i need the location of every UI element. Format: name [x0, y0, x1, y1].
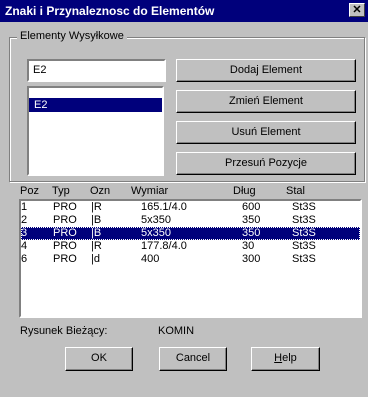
- cell-stal: St3S: [292, 214, 316, 226]
- column-header-ozn: Ozn: [90, 185, 111, 197]
- add-element-button[interactable]: Dodaj Element: [176, 59, 356, 82]
- column-header-typ: Typ: [52, 185, 70, 197]
- cell-wymiar: 400: [141, 253, 160, 265]
- cell-ozn: |R: [91, 240, 102, 252]
- cell-wymiar: 165.1/4.0: [141, 201, 187, 213]
- close-button[interactable]: ✕: [349, 3, 365, 17]
- cell-poz: 1: [21, 201, 28, 213]
- cell-typ: PRO: [53, 227, 77, 239]
- elements-group-legend: Elementy Wysyłkowe: [17, 30, 127, 42]
- cell-stal: St3S: [292, 201, 316, 213]
- elements-listbox[interactable]: E2: [27, 86, 164, 176]
- cell-poz: 6: [21, 253, 28, 265]
- cell-wymiar: 5x350: [141, 227, 171, 239]
- cell-stal: St3S: [292, 227, 316, 239]
- cell-wymiar: 177.8/4.0: [141, 240, 187, 252]
- help-button[interactable]: Help: [251, 347, 320, 371]
- cell-poz: 3: [21, 227, 28, 239]
- dialog-title-bar: Znaki i Przynaleznosc do Elementów ✕: [0, 0, 368, 22]
- column-header-poz: Poz: [20, 185, 39, 197]
- remove-element-button[interactable]: Usuń Element: [176, 121, 356, 144]
- cell-dlug: 350: [242, 227, 261, 239]
- table-row[interactable]: 1 PRO |R 165.1/4.0 600 St3S: [21, 201, 360, 214]
- elements-list-item[interactable]: E2: [29, 98, 162, 112]
- current-drawing-value: KOMIN: [158, 325, 195, 337]
- table-row-selected[interactable]: 3 PRO |B 5x350 350 St3S: [21, 227, 360, 240]
- cell-ozn: |B: [91, 227, 102, 239]
- ok-button[interactable]: OK: [65, 347, 133, 371]
- cell-ozn: |B: [91, 214, 102, 226]
- help-mnemonic: H: [274, 352, 283, 364]
- cell-stal: St3S: [292, 253, 316, 265]
- cancel-button[interactable]: Cancel: [159, 347, 227, 371]
- cell-typ: PRO: [53, 214, 77, 226]
- cell-ozn: |R: [91, 201, 102, 213]
- column-header-stal: Stal: [286, 185, 305, 197]
- current-drawing-label: Rysunek Bieżący:: [20, 325, 108, 337]
- column-header-dlug: Dług: [233, 185, 256, 197]
- cell-dlug: 30: [242, 240, 255, 252]
- close-icon: ✕: [352, 4, 362, 16]
- change-element-button[interactable]: Zmień Element: [176, 90, 356, 113]
- element-name-input[interactable]: E2: [27, 59, 166, 82]
- table-row[interactable]: 4 PRO |R 177.8/4.0 30 St3S: [21, 240, 360, 253]
- help-label-rest: elp: [282, 352, 297, 364]
- cell-ozn: |d: [91, 253, 100, 265]
- table-row[interactable]: 2 PRO |B 5x350 350 St3S: [21, 214, 360, 227]
- dialog-title: Znaki i Przynaleznosc do Elementów: [5, 4, 215, 18]
- cell-wymiar: 5x350: [141, 214, 171, 226]
- cell-poz: 4: [21, 240, 28, 252]
- cell-dlug: 300: [242, 253, 261, 265]
- cell-typ: PRO: [53, 201, 77, 213]
- cell-poz: 2: [21, 214, 28, 226]
- cell-dlug: 600: [242, 201, 261, 213]
- cell-typ: PRO: [53, 240, 77, 252]
- table-row[interactable]: 6 PRO |d 400 300 St3S: [21, 253, 360, 266]
- cell-typ: PRO: [53, 253, 77, 265]
- parts-listbox[interactable]: 1 PRO |R 165.1/4.0 600 St3S 2 PRO |B 5x3…: [19, 199, 362, 318]
- move-positions-button[interactable]: Przesuń Pozycje: [176, 152, 356, 175]
- column-header-wymiar: Wymiar: [131, 185, 169, 197]
- cell-stal: St3S: [292, 240, 316, 252]
- cell-dlug: 350: [242, 214, 261, 226]
